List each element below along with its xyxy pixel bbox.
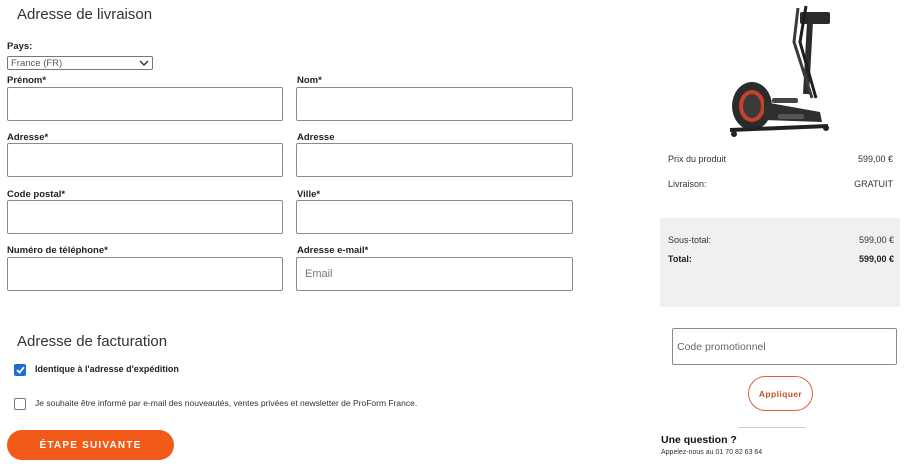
address2-field[interactable] — [296, 143, 573, 177]
country-select-value: France (FR) — [11, 57, 63, 69]
total-value: 599,00 € — [858, 254, 894, 264]
delivery-value: GRATUIT — [854, 179, 893, 189]
country-select[interactable]: France (FR) — [7, 56, 153, 70]
country-label: Pays: — [7, 41, 33, 52]
total-label: Total: — [668, 254, 692, 264]
phone-field[interactable] — [7, 257, 283, 291]
checkmark-icon — [15, 366, 25, 374]
delivery-label: Livraison: — [668, 179, 707, 189]
help-title: Une question ? — [661, 434, 737, 446]
shipping-title: Adresse de livraison — [17, 6, 153, 23]
next-step-button[interactable]: ÉTAPE SUIVANTE — [7, 430, 174, 460]
billing-title: Adresse de facturation — [17, 333, 168, 350]
email-label: Adresse e-mail* — [297, 245, 369, 256]
same-address-label: Identique à l'adresse d'expédition — [35, 364, 179, 374]
divider — [738, 427, 806, 428]
city-label: Ville* — [297, 189, 321, 200]
address-field[interactable] — [7, 143, 283, 177]
last-name-label: Nom* — [297, 75, 322, 86]
postcode-field[interactable] — [7, 200, 283, 234]
address-label: Adresse* — [7, 132, 49, 143]
product-price-label: Prix du produit — [668, 154, 727, 164]
subtotal-value: 599,00 € — [858, 235, 894, 245]
address2-label: Adresse — [297, 132, 335, 143]
last-name-field[interactable] — [296, 87, 573, 121]
newsletter-label: Je souhaite être informé par e-mail des … — [35, 398, 418, 408]
first-name-label: Prénom* — [7, 75, 47, 86]
chevron-down-icon — [139, 60, 149, 66]
same-address-checkbox[interactable] — [14, 364, 26, 376]
apply-promo-button[interactable]: Appliquer — [748, 376, 813, 411]
help-phone-text: Appelez-nous au 01 70 82 63 64 — [661, 449, 763, 456]
first-name-field[interactable] — [7, 87, 283, 121]
promo-code-input[interactable]: Code promotionnel — [672, 328, 897, 365]
subtotal-label: Sous-total: — [668, 235, 712, 245]
promo-code-placeholder: Code promotionnel — [677, 340, 766, 353]
newsletter-checkbox[interactable] — [14, 398, 26, 410]
product-price-value: 599,00 € — [857, 154, 893, 164]
city-field[interactable] — [296, 200, 573, 234]
postcode-label: Code postal* — [7, 189, 66, 200]
email-placeholder: Email — [305, 268, 333, 280]
email-field[interactable]: Email — [296, 257, 573, 291]
totals-panel: Sous-total: 599,00 € Total: 599,00 € — [660, 218, 900, 307]
elliptical-product-image — [724, 2, 836, 142]
phone-label: Numéro de téléphone* — [7, 245, 108, 256]
